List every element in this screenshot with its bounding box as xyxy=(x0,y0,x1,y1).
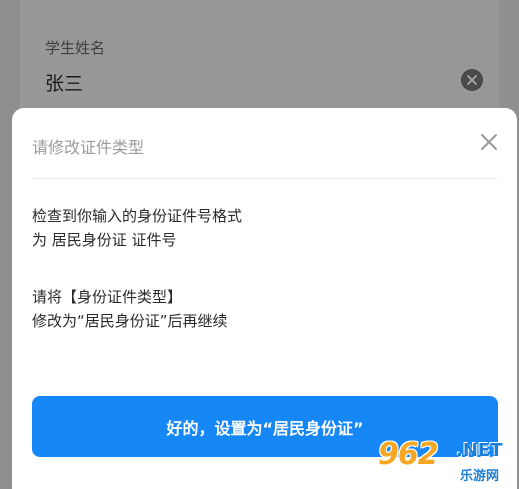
clear-circle-icon[interactable] xyxy=(461,69,483,91)
student-name-label: 学生姓名 xyxy=(45,39,106,57)
dialog-divider xyxy=(32,178,497,179)
dialog-message-line: 请将【身份证件类型】 xyxy=(32,288,183,306)
watermark-subtitle: 乐游网 xyxy=(460,469,500,484)
dialog-message-line: 检查到你输入的身份证件号格式 xyxy=(32,207,243,225)
change-id-type-dialog: 请修改证件类型 检查到你输入的身份证件号格式 为 居民身份证 证件号 请将【身份… xyxy=(12,108,517,489)
student-name-input[interactable]: 张三 xyxy=(45,69,83,96)
close-icon[interactable] xyxy=(478,131,500,153)
watermark-number: 962 xyxy=(378,437,439,472)
site-watermark-logo: 962 .NET 乐游网 xyxy=(378,437,516,487)
dialog-message-line: 修改为“居民身份证”后再继续 xyxy=(32,312,228,330)
watermark-suffix: .NET xyxy=(456,440,503,461)
dialog-message-line: 为 居民身份证 证件号 xyxy=(32,231,177,249)
dialog-title: 请修改证件类型 xyxy=(32,138,145,157)
